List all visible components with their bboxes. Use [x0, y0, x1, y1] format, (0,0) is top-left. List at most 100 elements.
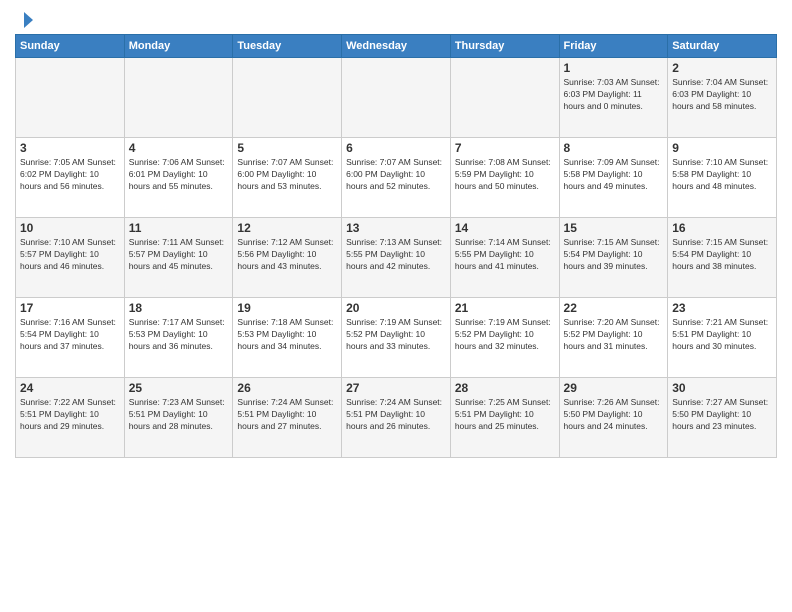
weekday-header-friday: Friday	[559, 35, 668, 58]
day-number: 8	[564, 141, 664, 155]
calendar-cell: 30Sunrise: 7:27 AM Sunset: 5:50 PM Dayli…	[668, 378, 777, 458]
day-info: Sunrise: 7:15 AM Sunset: 5:54 PM Dayligh…	[672, 237, 772, 273]
calendar-cell: 1 Sunrise: 7:03 AM Sunset: 6:03 PM Daylig…	[559, 58, 668, 138]
calendar-cell: 4 Sunrise: 7:06 AM Sunset: 6:01 PM Daylig…	[124, 138, 233, 218]
calendar-cell: 26 Sunrise: 7:24 AM Sunset: 5:51 PM Dayli…	[233, 378, 342, 458]
day-number: 26	[237, 381, 337, 395]
day-number: 9	[672, 141, 772, 155]
calendar-cell: 25 Sunrise: 7:23 AM Sunset: 5:51 PM Dayli…	[124, 378, 233, 458]
day-info: Sunrise: 7:26 AM Sunset: 5:50 PM Dayligh…	[564, 397, 664, 433]
day-info: Sunrise: 7:06 AM Sunset: 6:01 PM Dayligh…	[129, 157, 229, 193]
calendar-cell: 12 Sunrise: 7:12 AM Sunset: 5:56 PM Dayli…	[233, 218, 342, 298]
day-number: 2	[672, 61, 772, 75]
day-number: 15	[564, 221, 664, 235]
calendar-week-row: 1 Sunrise: 7:03 AM Sunset: 6:03 PM Daylig…	[16, 58, 777, 138]
day-info: Sunrise: 7:19 AM Sunset: 5:52 PM Dayligh…	[346, 317, 446, 353]
calendar-cell: 3 Sunrise: 7:05 AM Sunset: 6:02 PM Daylig…	[16, 138, 125, 218]
calendar-cell	[450, 58, 559, 138]
calendar-cell: 23 Sunrise: 7:21 AM Sunset: 5:51 PM Dayli…	[668, 298, 777, 378]
day-info: Sunrise: 7:19 AM Sunset: 5:52 PM Dayligh…	[455, 317, 555, 353]
day-info: Sunrise: 7:14 AM Sunset: 5:55 PM Dayligh…	[455, 237, 555, 273]
day-info: Sunrise: 7:25 AM Sunset: 5:51 PM Dayligh…	[455, 397, 555, 433]
day-info: Sunrise: 7:07 AM Sunset: 6:00 PM Dayligh…	[237, 157, 337, 193]
calendar-cell: 24Sunrise: 7:22 AM Sunset: 5:51 PM Dayli…	[16, 378, 125, 458]
calendar-cell: 29 Sunrise: 7:26 AM Sunset: 5:50 PM Dayli…	[559, 378, 668, 458]
calendar-cell	[124, 58, 233, 138]
calendar-cell: 22 Sunrise: 7:20 AM Sunset: 5:52 PM Dayli…	[559, 298, 668, 378]
calendar-cell: 5 Sunrise: 7:07 AM Sunset: 6:00 PM Daylig…	[233, 138, 342, 218]
weekday-header-sunday: Sunday	[16, 35, 125, 58]
calendar-cell: 18 Sunrise: 7:17 AM Sunset: 5:53 PM Dayli…	[124, 298, 233, 378]
day-number: 28	[455, 381, 555, 395]
day-number: 23	[672, 301, 772, 315]
calendar-cell: 27Sunrise: 7:24 AM Sunset: 5:51 PM Dayli…	[342, 378, 451, 458]
weekday-header-tuesday: Tuesday	[233, 35, 342, 58]
day-info: Sunrise: 7:07 AM Sunset: 6:00 PM Dayligh…	[346, 157, 446, 193]
calendar-cell: 6 Sunrise: 7:07 AM Sunset: 6:00 PM Daylig…	[342, 138, 451, 218]
day-number: 11	[129, 221, 229, 235]
day-number: 10	[20, 221, 120, 235]
day-number: 14	[455, 221, 555, 235]
calendar-body: 1 Sunrise: 7:03 AM Sunset: 6:03 PM Daylig…	[16, 58, 777, 458]
header-row: General Blue	[15, 10, 777, 26]
day-info: Sunrise: 7:03 AM Sunset: 6:03 PM Dayligh…	[564, 77, 664, 113]
day-number: 7	[455, 141, 555, 155]
calendar-cell	[16, 58, 125, 138]
day-info: Sunrise: 7:10 AM Sunset: 5:57 PM Dayligh…	[20, 237, 120, 273]
day-info: Sunrise: 7:18 AM Sunset: 5:53 PM Dayligh…	[237, 317, 337, 353]
calendar-table: SundayMondayTuesdayWednesdayThursdayFrid…	[15, 34, 777, 458]
day-info: Sunrise: 7:24 AM Sunset: 5:51 PM Dayligh…	[346, 397, 446, 433]
day-info: Sunrise: 7:20 AM Sunset: 5:52 PM Dayligh…	[564, 317, 664, 353]
day-number: 12	[237, 221, 337, 235]
calendar-cell	[342, 58, 451, 138]
day-info: Sunrise: 7:24 AM Sunset: 5:51 PM Dayligh…	[237, 397, 337, 433]
day-info: Sunrise: 7:08 AM Sunset: 5:59 PM Dayligh…	[455, 157, 555, 193]
day-info: Sunrise: 7:21 AM Sunset: 5:51 PM Dayligh…	[672, 317, 772, 353]
day-number: 21	[455, 301, 555, 315]
day-number: 6	[346, 141, 446, 155]
day-info: Sunrise: 7:27 AM Sunset: 5:50 PM Dayligh…	[672, 397, 772, 433]
calendar-week-row: 10 Sunrise: 7:10 AM Sunset: 5:57 PM Dayli…	[16, 218, 777, 298]
day-number: 25	[129, 381, 229, 395]
calendar-cell: 13Sunrise: 7:13 AM Sunset: 5:55 PM Dayli…	[342, 218, 451, 298]
day-info: Sunrise: 7:17 AM Sunset: 5:53 PM Dayligh…	[129, 317, 229, 353]
day-number: 22	[564, 301, 664, 315]
day-number: 3	[20, 141, 120, 155]
day-number: 17	[20, 301, 120, 315]
day-info: Sunrise: 7:13 AM Sunset: 5:55 PM Dayligh…	[346, 237, 446, 273]
day-info: Sunrise: 7:12 AM Sunset: 5:56 PM Dayligh…	[237, 237, 337, 273]
day-number: 5	[237, 141, 337, 155]
day-number: 20	[346, 301, 446, 315]
day-info: Sunrise: 7:22 AM Sunset: 5:51 PM Dayligh…	[20, 397, 120, 433]
calendar-cell: 20 Sunrise: 7:19 AM Sunset: 5:52 PM Dayli…	[342, 298, 451, 378]
weekday-header-monday: Monday	[124, 35, 233, 58]
calendar-week-row: 24Sunrise: 7:22 AM Sunset: 5:51 PM Dayli…	[16, 378, 777, 458]
calendar-cell: 7 Sunrise: 7:08 AM Sunset: 5:59 PM Daylig…	[450, 138, 559, 218]
day-info: Sunrise: 7:11 AM Sunset: 5:57 PM Dayligh…	[129, 237, 229, 273]
main-container: General Blue SundayMondayTuesdayWed	[0, 0, 792, 463]
calendar-cell: 19Sunrise: 7:18 AM Sunset: 5:53 PM Dayli…	[233, 298, 342, 378]
weekday-header-wednesday: Wednesday	[342, 35, 451, 58]
calendar-cell: 2 Sunrise: 7:04 AM Sunset: 6:03 PM Daylig…	[668, 58, 777, 138]
day-number: 1	[564, 61, 664, 75]
day-info: Sunrise: 7:04 AM Sunset: 6:03 PM Dayligh…	[672, 77, 772, 113]
day-info: Sunrise: 7:23 AM Sunset: 5:51 PM Dayligh…	[129, 397, 229, 433]
day-number: 4	[129, 141, 229, 155]
calendar-week-row: 17 Sunrise: 7:16 AM Sunset: 5:54 PM Dayli…	[16, 298, 777, 378]
day-number: 18	[129, 301, 229, 315]
weekday-header-row: SundayMondayTuesdayWednesdayThursdayFrid…	[16, 35, 777, 58]
logo-wordmark	[15, 10, 33, 26]
calendar-header: SundayMondayTuesdayWednesdayThursdayFrid…	[16, 35, 777, 58]
day-number: 29	[564, 381, 664, 395]
logo: General Blue	[15, 10, 33, 26]
calendar-week-row: 3 Sunrise: 7:05 AM Sunset: 6:02 PM Daylig…	[16, 138, 777, 218]
day-number: 16	[672, 221, 772, 235]
day-info: Sunrise: 7:16 AM Sunset: 5:54 PM Dayligh…	[20, 317, 120, 353]
calendar-cell: 15Sunrise: 7:15 AM Sunset: 5:54 PM Dayli…	[559, 218, 668, 298]
calendar-cell: 11 Sunrise: 7:11 AM Sunset: 5:57 PM Dayli…	[124, 218, 233, 298]
calendar-cell: 14 Sunrise: 7:14 AM Sunset: 5:55 PM Dayli…	[450, 218, 559, 298]
calendar-cell: 17 Sunrise: 7:16 AM Sunset: 5:54 PM Dayli…	[16, 298, 125, 378]
day-info: Sunrise: 7:05 AM Sunset: 6:02 PM Dayligh…	[20, 157, 120, 193]
weekday-header-saturday: Saturday	[668, 35, 777, 58]
weekday-header-thursday: Thursday	[450, 35, 559, 58]
